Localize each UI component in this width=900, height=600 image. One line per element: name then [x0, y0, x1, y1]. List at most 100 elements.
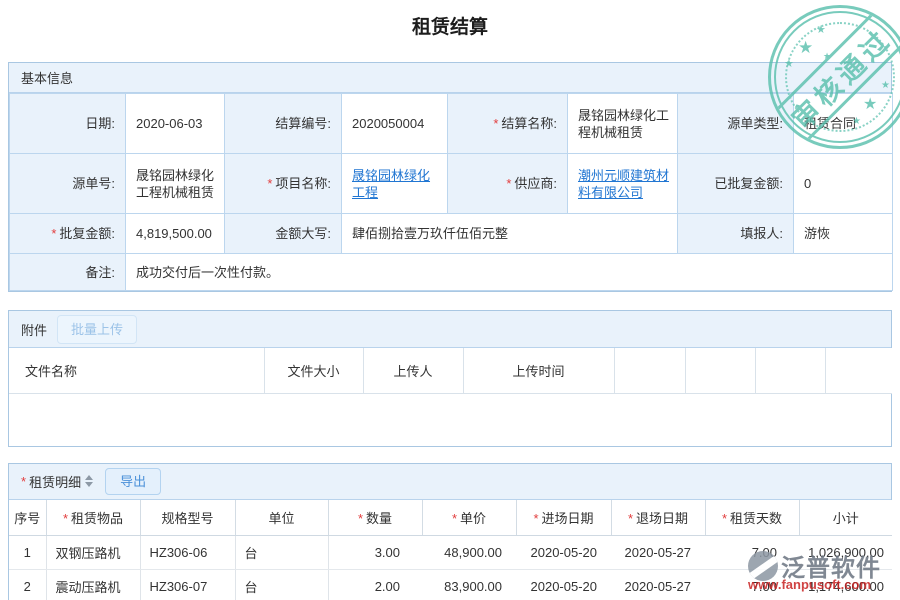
source-type-label: 源单类型:: [678, 94, 794, 154]
col-item: *租赁物品: [46, 500, 140, 536]
settle-no-value: 2020050004: [342, 94, 448, 154]
required-icon: *: [493, 116, 498, 131]
cell-qty: 2.00: [328, 570, 422, 600]
required-icon: *: [506, 176, 511, 191]
basic-row-1: 日期: 2020-06-03 结算编号: 2020050004 *结算名称: 晟…: [10, 94, 893, 154]
rental-detail-section: * 租赁明细 导出 序号 *租赁物品 规格型号 单位 *数量 *单价 *进场日期…: [8, 463, 892, 600]
required-icon: *: [628, 511, 633, 526]
remark-label: 备注:: [10, 254, 126, 291]
attachments-header-row: 文件名称 文件大小 上传人 上传时间: [9, 348, 892, 393]
page-title: 租赁结算: [0, 14, 900, 42]
cell-subtotal: 1,026,900.00: [799, 536, 892, 570]
attachments-header: 附件 批量上传: [9, 311, 891, 348]
detail-row-2: 2 震动压路机 HZ306-07 台 2.00 83,900.00 2020-0…: [9, 570, 892, 600]
cell-item: 双钢压路机: [46, 536, 140, 570]
basic-info-table: 日期: 2020-06-03 结算编号: 2020050004 *结算名称: 晟…: [9, 93, 893, 291]
required-icon: *: [722, 511, 727, 526]
project-label: *项目名称:: [225, 154, 342, 214]
amount-words-value: 肆佰捌拾壹万玖仟伍佰元整: [342, 214, 678, 254]
cell-model: HZ306-06: [140, 536, 235, 570]
source-no-value: 晟铭园林绿化工程机械租赁: [126, 154, 225, 214]
basic-row-4: 备注: 成功交付后一次性付款。: [10, 254, 893, 291]
cell-unit: 台: [235, 536, 328, 570]
required-icon: *: [533, 511, 538, 526]
col-days: *租赁天数: [705, 500, 799, 536]
export-button[interactable]: 导出: [105, 468, 161, 495]
source-no-label: 源单号:: [10, 154, 126, 214]
cell-subtotal: 1,174,600.00: [799, 570, 892, 600]
cell-days: 7.00: [705, 536, 799, 570]
basic-info-section: 基本信息 日期: 2020-06-03 结算编号: 2020050004 *结算…: [8, 62, 892, 292]
detail-row-1: 1 双钢压路机 HZ306-06 台 3.00 48,900.00 2020-0…: [9, 536, 892, 570]
approved-total-label: 已批复金额:: [678, 154, 794, 214]
col-uploader: 上传人: [363, 348, 463, 393]
date-label: 日期:: [10, 94, 126, 154]
required-icon: *: [358, 511, 363, 526]
attachments-empty-area: [9, 394, 891, 446]
remark-value: 成功交付后一次性付款。: [126, 254, 893, 291]
cell-price: 83,900.00: [422, 570, 516, 600]
cell-price: 48,900.00: [422, 536, 516, 570]
col-price: *单价: [422, 500, 516, 536]
cell-qty: 3.00: [328, 536, 422, 570]
approve-amount-label: *批复金额:: [10, 214, 126, 254]
settle-name-label: *结算名称:: [448, 94, 568, 154]
col-empty-2: [685, 348, 755, 393]
required-icon: *: [51, 226, 56, 241]
basic-row-2: 源单号: 晟铭园林绿化工程机械租赁 *项目名称: 晟铭园林绿化工程 *供应商: …: [10, 154, 893, 214]
required-icon: *: [21, 474, 26, 489]
project-link[interactable]: 晟铭园林绿化工程: [352, 168, 430, 200]
required-icon: *: [452, 511, 457, 526]
project-value: 晟铭园林绿化工程: [342, 154, 448, 214]
cell-enter-date: 2020-05-20: [516, 570, 611, 600]
settle-name-value: 晟铭园林绿化工程机械租赁: [568, 94, 678, 154]
attachments-section: 附件 批量上传 文件名称 文件大小 上传人 上传时间: [8, 310, 892, 447]
col-model: 规格型号: [140, 500, 235, 536]
cell-index: 1: [9, 536, 46, 570]
rental-detail-title: 租赁明细: [29, 472, 81, 491]
rental-detail-header: * 租赁明细 导出: [9, 464, 891, 500]
cell-exit-date: 2020-05-27: [611, 536, 705, 570]
detail-header-row: 序号 *租赁物品 规格型号 单位 *数量 *单价 *进场日期 *退场日期 *租赁…: [9, 500, 892, 536]
basic-info-title: 基本信息: [21, 68, 73, 87]
filler-label: 填报人:: [678, 214, 794, 254]
col-unit: 单位: [235, 500, 328, 536]
col-enter-date: *进场日期: [516, 500, 611, 536]
cell-model: HZ306-07: [140, 570, 235, 600]
settle-no-label: 结算编号:: [225, 94, 342, 154]
filler-value: 游恢: [794, 214, 893, 254]
page: 租赁结算 基本信息 日期: 2020-06-03 结算编号: 202005000…: [0, 0, 900, 600]
attachments-table: 文件名称 文件大小 上传人 上传时间: [9, 348, 892, 394]
cell-days: 7.00: [705, 570, 799, 600]
col-empty-4: [825, 348, 892, 393]
star-icon: ★: [823, 52, 831, 61]
supplier-label: *供应商:: [448, 154, 568, 214]
col-file-name: 文件名称: [9, 348, 264, 393]
cell-enter-date: 2020-05-20: [516, 536, 611, 570]
sort-spinner-icon[interactable]: [85, 475, 93, 487]
approved-total-value: 0: [794, 154, 893, 214]
attachments-title: 附件: [21, 320, 47, 339]
col-empty-3: [755, 348, 825, 393]
cell-index: 2: [9, 570, 46, 600]
supplier-link[interactable]: 潮州元顺建筑材料有限公司: [578, 168, 669, 200]
col-empty-1: [614, 348, 685, 393]
col-upload-time: 上传时间: [463, 348, 614, 393]
basic-info-header: 基本信息: [9, 63, 891, 93]
required-icon: *: [267, 176, 272, 191]
amount-words-label: 金额大写:: [225, 214, 342, 254]
cell-unit: 台: [235, 570, 328, 600]
supplier-value: 潮州元顺建筑材料有限公司: [568, 154, 678, 214]
cell-item: 震动压路机: [46, 570, 140, 600]
date-value: 2020-06-03: [126, 94, 225, 154]
rental-detail-table: 序号 *租赁物品 规格型号 单位 *数量 *单价 *进场日期 *退场日期 *租赁…: [9, 500, 892, 600]
cell-exit-date: 2020-05-27: [611, 570, 705, 600]
col-index: 序号: [9, 500, 46, 536]
batch-upload-button[interactable]: 批量上传: [57, 315, 137, 344]
col-qty: *数量: [328, 500, 422, 536]
col-subtotal: 小计: [799, 500, 892, 536]
col-file-size: 文件大小: [264, 348, 363, 393]
basic-row-3: *批复金额: 4,819,500.00 金额大写: 肆佰捌拾壹万玖仟伍佰元整 填…: [10, 214, 893, 254]
required-icon: *: [63, 511, 68, 526]
approve-amount-value: 4,819,500.00: [126, 214, 225, 254]
